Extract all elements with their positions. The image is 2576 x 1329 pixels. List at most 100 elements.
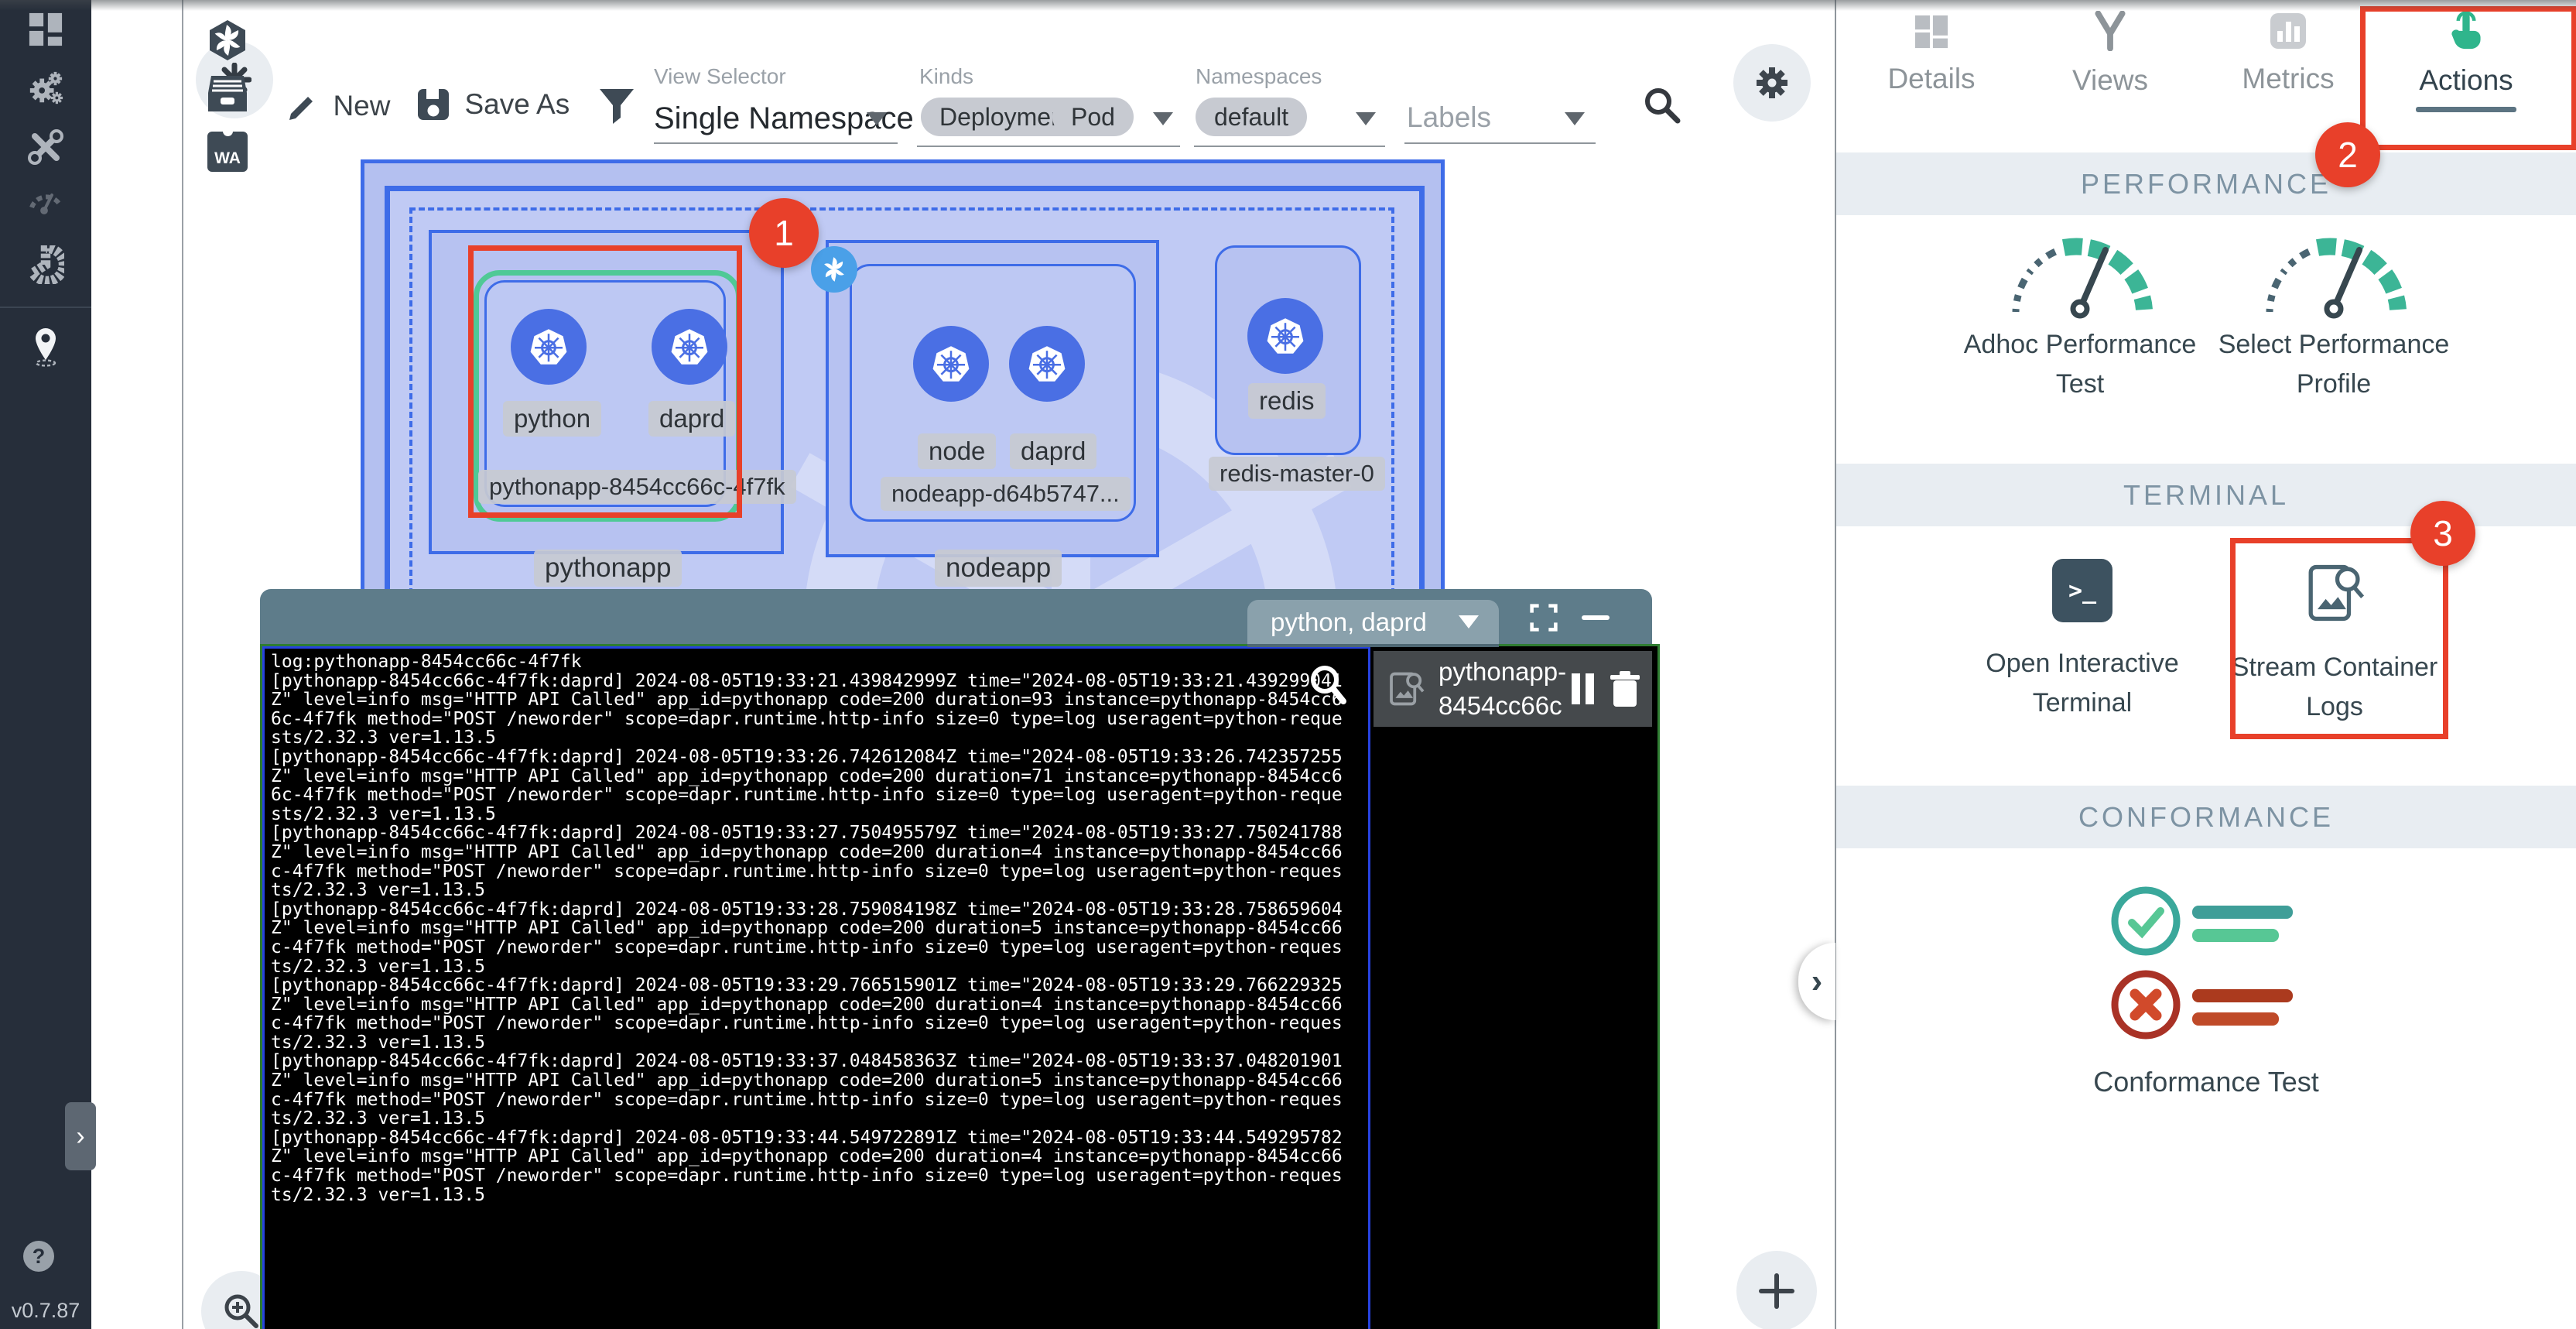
section-performance-header: PERFORMANCE: [1836, 152, 2576, 215]
kinds-caret-icon[interactable]: [1153, 112, 1173, 125]
log-stream-tab[interactable]: pythonapp- 8454cc66c: [1374, 651, 1652, 727]
terminal-log-line: Z" level=info msg="HTTP API Called" app_…: [271, 843, 1343, 862]
terminal-log-line: ts/2.32.3 ver=1.13.5: [271, 881, 1343, 900]
view-selector-caret-icon[interactable]: [867, 112, 887, 125]
filter-funnel-icon[interactable]: [597, 87, 636, 129]
dapr-sidecar-icon: [811, 246, 857, 293]
log-streams-panel: pythonapp- 8454cc66c: [1370, 646, 1657, 1329]
log-search-icon[interactable]: [1308, 664, 1350, 707]
search-icon[interactable]: [1642, 85, 1682, 129]
new-label: New: [333, 90, 390, 122]
fullscreen-icon[interactable]: [1529, 603, 1558, 632]
namespaces-caret-icon[interactable]: [1356, 112, 1376, 125]
terminal-log-line: Z" level=info msg="HTTP API Called" app_…: [271, 690, 1343, 710]
rail-expand-button[interactable]: ›: [65, 1102, 96, 1170]
terminal-log-line: [pythonapp-8454cc66c-4f7fk:daprd] 2024-0…: [271, 748, 1343, 767]
section-conformance-header: CONFORMANCE: [1836, 786, 2576, 848]
namespaces-underline: [1194, 146, 1385, 147]
stream-logs-icon: [1386, 668, 1428, 710]
container-redis[interactable]: [1247, 298, 1323, 374]
save-as-button[interactable]: Save As: [416, 87, 570, 122]
mesh-chart-icon[interactable]: [27, 246, 64, 283]
labels-field[interactable]: Labels: [1407, 101, 1491, 134]
terminal-log-line: log:pythonapp-8454cc66c-4f7fk: [271, 653, 1343, 672]
kinds-underline: [917, 146, 1180, 147]
terminal-window: log:pythonapp-8454cc66c-4f7fk [pythonapp-…: [260, 644, 1660, 1329]
terminal-log-line: 6c-4f7fk method="POST /neworder" scope=d…: [271, 710, 1343, 729]
container-selector-dropdown[interactable]: python, daprd: [1247, 600, 1499, 647]
app-version: v0.7.87: [0, 1299, 91, 1323]
terminal-log-line: ts/2.32.3 ver=1.13.5: [271, 1109, 1343, 1129]
container-selector-caret-icon: [1459, 615, 1479, 629]
deployment-name-label: pythonapp: [534, 550, 682, 587]
annotation-badge-2: 2: [2315, 122, 2380, 187]
terminal-log-line: c-4f7fk method="POST /neworder" scope=da…: [271, 938, 1343, 957]
action-conformance-test[interactable]: Conformance Test: [2075, 882, 2338, 1103]
wa-label: WA: [214, 149, 241, 168]
container-label: daprd: [1010, 433, 1096, 469]
action-adhoc-performance-test[interactable]: Adhoc Performance Test: [1948, 228, 2212, 404]
container-label: redis: [1248, 383, 1326, 419]
terminal-log-line: [pythonapp-8454cc66c-4f7fk:daprd] 2024-0…: [271, 976, 1343, 995]
app-rail: WA ›: [91, 0, 183, 1329]
kind-chip-pod[interactable]: Pod: [1052, 98, 1134, 136]
panel-divider: [1835, 0, 1836, 1329]
tab-metrics[interactable]: Metrics: [2203, 12, 2373, 95]
minimize-icon[interactable]: [1582, 615, 1610, 620]
archive-app-icon[interactable]: [206, 73, 249, 116]
new-view-button[interactable]: New: [286, 89, 390, 123]
container-daprd-node[interactable]: [1009, 326, 1085, 402]
action-open-interactive-terminal[interactable]: >_ Open Interactive Terminal: [1951, 559, 2214, 723]
rail-divider: [0, 307, 91, 308]
terminal-log-line: Z" level=info msg="HTTP API Called" app_…: [271, 767, 1343, 786]
components-gears-icon[interactable]: [27, 70, 64, 107]
tools-icon[interactable]: [27, 128, 64, 166]
terminal-header[interactable]: python, daprd: [260, 589, 1652, 644]
deployment-name-label: nodeapp: [935, 550, 1062, 587]
dashboard-icon[interactable]: [27, 11, 64, 48]
webassembly-app-icon[interactable]: WA: [207, 132, 248, 172]
pause-stream-icon[interactable]: [1570, 672, 1601, 706]
terminal-log-line: ts/2.32.3 ver=1.13.5: [271, 957, 1343, 977]
terminal-log-line: c-4f7fk method="POST /neworder" scope=da…: [271, 862, 1343, 882]
container-selector-value: python, daprd: [1271, 608, 1459, 637]
annotation-badge-1: 1: [749, 198, 819, 268]
terminal-log: log:pythonapp-8454cc66c-4f7fk [pythonapp-…: [271, 653, 1343, 1204]
add-button[interactable]: [1736, 1251, 1817, 1329]
terminal-log-line: c-4f7fk method="POST /neworder" scope=da…: [271, 1091, 1343, 1110]
terminal-log-line: Z" level=info msg="HTTP API Called" app_…: [271, 1147, 1343, 1166]
view-selector-label: View Selector: [654, 64, 786, 89]
app-window: › ? v0.7.87 WA › New Save As View Select…: [0, 0, 2576, 1329]
annotation-box-3: [2230, 538, 2448, 739]
delete-stream-icon[interactable]: [1609, 671, 1641, 707]
location-pin-icon[interactable]: [27, 328, 64, 365]
gauge-icon: [2253, 228, 2415, 321]
details-panel: Details Views Metrics Actions 2 PERFORMA…: [1836, 0, 2576, 1329]
tab-views[interactable]: Views: [2025, 11, 2195, 97]
action-select-performance-profile[interactable]: Select Performance Profile: [2202, 228, 2465, 404]
pod-name-label: nodeapp-d64b5747...: [881, 477, 1131, 511]
terminal-log-line: [pythonapp-8454cc66c-4f7fk:daprd] 2024-0…: [271, 824, 1343, 843]
container-label: node: [918, 433, 996, 469]
tab-details[interactable]: Details: [1846, 14, 2017, 95]
window-top-shadow: [0, 0, 2576, 11]
annotation-box-1: [468, 245, 742, 518]
terminal-prompt-icon: >_: [2052, 559, 2112, 622]
performance-gauge-icon[interactable]: [27, 181, 64, 218]
labels-caret-icon[interactable]: [1565, 112, 1585, 125]
terminal-log-line: ts/2.32.3 ver=1.13.5: [271, 1186, 1343, 1205]
settings-gear-button[interactable]: [1733, 44, 1811, 122]
help-button[interactable]: ?: [23, 1241, 54, 1272]
panel-collapse-button[interactable]: ›: [1798, 943, 1835, 1020]
terminal-log-area[interactable]: log:pythonapp-8454cc66c-4f7fk [pythonapp-…: [262, 646, 1370, 1329]
dapr-app-icon[interactable]: [206, 19, 249, 62]
container-node[interactable]: [913, 326, 989, 402]
terminal-log-line: Z" level=info msg="HTTP API Called" app_…: [271, 919, 1343, 938]
terminal-log-line: c-4f7fk method="POST /neworder" scope=da…: [271, 1014, 1343, 1033]
conformance-icon: [2106, 882, 2307, 1045]
terminal-log-line: 6c-4f7fk method="POST /neworder" scope=d…: [271, 786, 1343, 805]
namespace-chip-default[interactable]: default: [1196, 98, 1307, 136]
terminal-log-line: Z" level=info msg="HTTP API Called" app_…: [271, 1071, 1343, 1091]
pod-name-label: redis-master-0: [1209, 457, 1385, 491]
terminal-log-line: sts/2.32.3 ver=1.13.5: [271, 728, 1343, 748]
